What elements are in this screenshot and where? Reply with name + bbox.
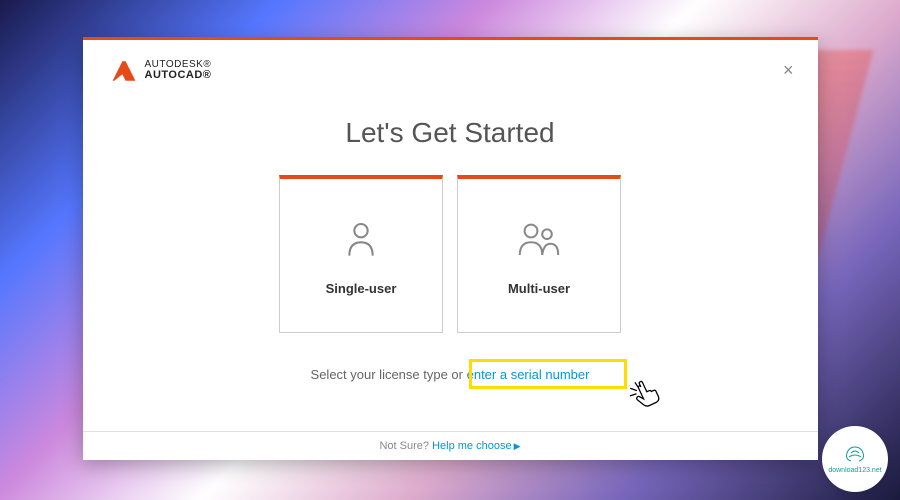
single-user-card[interactable]: Single-user <box>279 175 443 333</box>
multi-user-label: Multi-user <box>508 281 570 296</box>
brand-container: AUTODESK® AUTOCAD® <box>111 58 212 84</box>
page-title: Let's Get Started <box>345 117 554 149</box>
dialog-body: Let's Get Started Single-user <box>83 93 818 431</box>
close-button[interactable]: × <box>779 56 798 85</box>
license-cards: Single-user Multi-user <box>279 175 621 333</box>
site-badge-text: download123.net <box>828 467 881 474</box>
single-user-label: Single-user <box>326 281 397 296</box>
prompt-prefix: Select your license type or <box>311 367 467 382</box>
chevron-right-icon: ▶ <box>514 441 521 451</box>
license-prompt: Select your license type or enter a seri… <box>311 367 590 382</box>
footer-prefix: Not Sure? <box>379 440 432 452</box>
pointer-hand-icon <box>629 377 663 411</box>
close-icon: × <box>783 60 794 80</box>
brand-line2: AUTOCAD® <box>145 70 212 81</box>
dialog-footer: Not Sure? Help me choose▶ <box>83 431 818 460</box>
license-dialog: AUTODESK® AUTOCAD® × Let's Get Started S… <box>83 40 818 460</box>
brand-text: AUTODESK® AUTOCAD® <box>145 60 212 81</box>
help-choose-link[interactable]: Help me choose <box>432 440 512 452</box>
multi-user-card[interactable]: Multi-user <box>457 175 621 333</box>
site-badge-icon <box>843 445 867 465</box>
single-user-icon <box>337 215 385 263</box>
autodesk-logo-icon <box>111 58 137 84</box>
multi-user-icon <box>515 215 563 263</box>
site-watermark: download123.net <box>822 426 888 492</box>
enter-serial-link[interactable]: enter a serial number <box>467 367 590 382</box>
dialog-header: AUTODESK® AUTOCAD® × <box>83 40 818 93</box>
